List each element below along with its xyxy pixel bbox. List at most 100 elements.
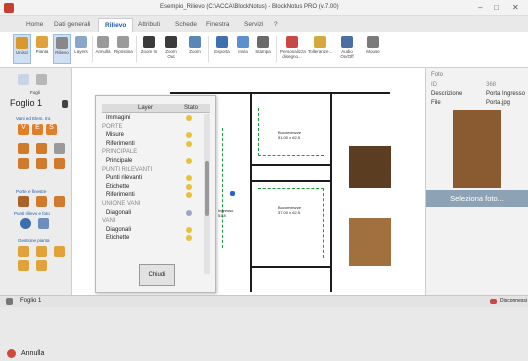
wall [170,92,390,94]
zoom-button[interactable]: Zoom [186,34,204,64]
esporta-button[interactable]: Esporta [213,34,231,64]
property-value[interactable]: Porta Ingresso [486,91,525,97]
personalizza-disegno-button[interactable]: Personalizza disegno... [280,34,306,64]
tab-servizi[interactable]: Servizi [244,21,264,28]
photo-icon[interactable] [38,218,49,229]
layers-button[interactable]: Layers [72,34,90,64]
annulla-button[interactable]: Annulla [94,34,112,64]
room-tool-icon[interactable] [18,158,29,169]
select-photo-button[interactable]: Seleziona foto... [426,190,528,207]
layer-row[interactable]: Diagonali [102,226,204,234]
tab-home[interactable]: Home [26,21,43,28]
audio-icon [341,36,353,48]
wall [250,266,332,268]
layer-row[interactable]: Diagonali [102,209,204,217]
add-sheet-icon[interactable] [18,74,29,85]
survey-point-marker-icon[interactable] [230,191,235,196]
layer-row[interactable]: Misure [102,131,204,139]
close-button[interactable]: ✕ [512,3,519,12]
opening-tool-icon[interactable] [54,196,65,207]
chiudi-button[interactable]: Chiudi [139,264,175,286]
chevron-right-icon[interactable] [62,100,68,108]
tab-dati-generali[interactable]: Dati generali [54,21,91,28]
unisci-button[interactable]: Unisci [13,34,31,64]
scroll-thumb[interactable] [205,161,209,216]
window-tool-icon[interactable] [36,196,47,207]
tab-help[interactable]: ? [274,21,278,28]
plan-scale-icon[interactable] [54,246,65,257]
sheet-selector[interactable]: Foglio 1 [10,98,42,108]
layer-visibility-icon[interactable] [186,175,192,182]
zoom-out-button[interactable]: Zoom Out [162,34,180,64]
tolleranze-button[interactable]: Tolleranze... [308,34,332,64]
delete-sheet-icon[interactable] [36,74,47,85]
vano-button[interactable]: V [18,124,29,135]
stair-tool-icon[interactable] [36,158,47,169]
porte-label: Porte e finestre [16,189,47,194]
room-dims: 37.00 x 62.5 [278,210,301,215]
plan-mirror-icon[interactable] [18,260,29,271]
audio-toggle-button[interactable]: Audio On/Off [337,34,357,64]
layer-row[interactable]: Principale [102,157,204,165]
layer-visibility-icon[interactable] [186,140,192,147]
punti-label: Punti rilievo e foto [14,211,50,216]
layer-visibility-icon[interactable] [186,132,192,139]
layer-visibility-icon[interactable] [186,235,192,242]
plan-rotate-icon[interactable] [36,246,47,257]
column-tool-icon[interactable] [36,143,47,154]
tab-rilievo[interactable]: Rilievo [98,18,134,33]
layer-visibility-icon[interactable] [186,183,192,190]
undo-icon [97,36,109,48]
property-value: 368 [486,82,497,88]
layer-row[interactable]: Immagini [102,114,204,122]
plan-move-icon[interactable] [18,246,29,257]
zoom-in-button[interactable]: Zoom In [140,34,158,64]
zoom-out-icon [165,36,177,48]
layer-row[interactable]: Etichette [102,183,204,191]
layer-dialog: Layer Stato Immagini PORTE Misure Riferimen… [95,95,216,293]
foto-section-title: Foto [431,72,444,78]
photo-thumbnail[interactable] [349,218,391,266]
minimize-button[interactable]: – [478,3,482,12]
plan-copy-icon[interactable] [36,260,47,271]
door-tool-icon[interactable] [18,196,29,207]
layer-visibility-icon[interactable] [186,209,192,216]
layer-row[interactable]: Punti rilevanti [102,174,204,182]
tab-schede[interactable]: Schede [175,21,197,28]
niche-tool-icon[interactable] [54,158,65,169]
layer-group[interactable]: PRINCIPALE [102,148,204,156]
layer-visibility-icon[interactable] [186,115,192,121]
elemento-button[interactable]: E [32,124,43,135]
mouse-button[interactable]: Mouse [364,34,382,64]
diagonal-tool-icon[interactable] [54,143,65,154]
layer-row[interactable]: Etichette [102,234,204,242]
layer-visibility-icon[interactable] [186,192,192,199]
layer-row[interactable]: Riferimenti [102,191,204,199]
layer-visibility-icon[interactable] [186,226,192,233]
layer-group[interactable]: UNIONE VANI [102,200,204,208]
tab-attributi[interactable]: Attributi [138,21,160,28]
property-value[interactable]: Porta.jpg [486,100,510,106]
layer-scrollbar[interactable] [204,114,210,274]
print-icon [257,36,269,48]
photo-thumbnail[interactable] [349,146,391,188]
layer-group[interactable]: VANI [102,217,204,225]
invia-button[interactable]: Invia [234,34,252,64]
ripristina-button[interactable]: Ripristina [114,34,133,64]
ribbon-separator [92,36,93,62]
survey-point-icon[interactable] [20,218,31,229]
layer-group[interactable]: PORTE [102,123,204,131]
stampa-button[interactable]: Stampa [254,34,272,64]
layer-visibility-icon[interactable] [186,158,192,164]
pianta-icon [36,36,48,48]
rilievo-button[interactable]: Rilievo [53,34,71,64]
wall [330,92,332,292]
pianta-button[interactable]: Pianta [33,34,51,64]
tab-finestra[interactable]: Finestra [206,21,229,28]
maximize-button[interactable]: □ [494,3,499,12]
scala-button[interactable]: S [46,124,57,135]
layer-group[interactable]: PUNTI RILEVANTI [102,166,204,174]
layer-row[interactable]: Riferimenti [102,140,204,148]
annulla-button[interactable]: Annulla [3,347,69,361]
wall-tool-icon[interactable] [18,143,29,154]
